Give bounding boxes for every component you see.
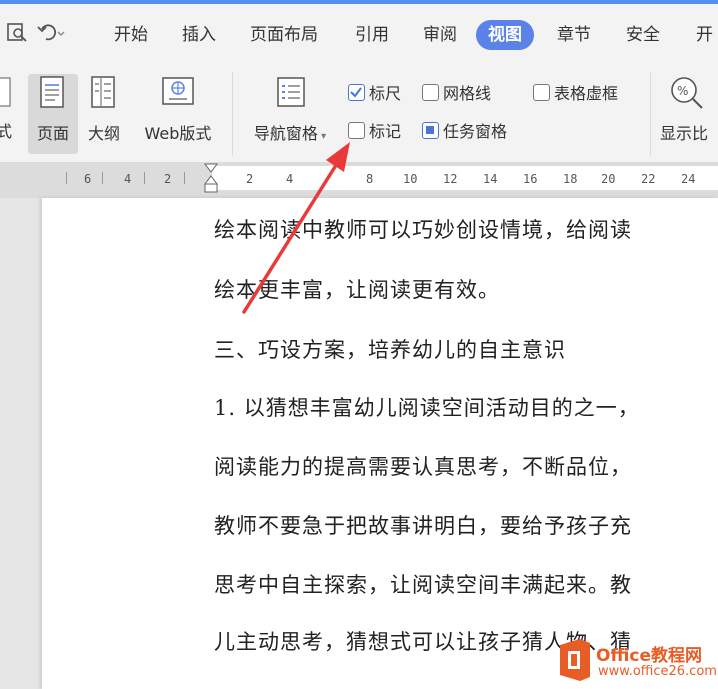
doc-line: 阅读能力的提高需要认真思考，不断品位， bbox=[214, 455, 632, 479]
ruler-label: 2 bbox=[164, 172, 172, 186]
indent-marker-icon[interactable] bbox=[202, 162, 220, 202]
ruler-tick bbox=[102, 172, 103, 184]
ruler-tick bbox=[184, 172, 185, 184]
watermark-url: www.office26.com bbox=[598, 664, 717, 679]
ruler-label: 12 bbox=[443, 172, 458, 186]
tab-review[interactable]: 审阅 bbox=[423, 20, 457, 50]
ruler-label: 4 bbox=[286, 172, 294, 186]
checkbox-table-gridlines-box[interactable] bbox=[533, 83, 550, 101]
display-ratio-button[interactable]: % 显示比 bbox=[660, 74, 718, 144]
outline-view-icon bbox=[83, 74, 125, 116]
checkbox-gridlines-label: 网格线 bbox=[443, 84, 492, 103]
checkbox-ruler[interactable]: 标尺 bbox=[348, 80, 401, 104]
partial-view-icon bbox=[0, 74, 24, 114]
ruler-label: 6 bbox=[84, 172, 92, 186]
watermark-title: Office教程网 bbox=[596, 646, 703, 666]
ruler-tick bbox=[144, 172, 145, 184]
tab-more[interactable]: 开 bbox=[696, 20, 713, 50]
ruler-label: 4 bbox=[124, 172, 132, 186]
watermark: Office教程网 www.office26.com bbox=[556, 637, 717, 685]
doc-line: 三、巧设方案，培养幼儿的自主意识 bbox=[214, 338, 566, 362]
ruler-label: 16 bbox=[523, 172, 538, 186]
page-view-icon bbox=[28, 74, 78, 116]
tab-chapter[interactable]: 章节 bbox=[557, 20, 591, 50]
ruler-label: 18 bbox=[563, 172, 578, 186]
ruler-label: 20 bbox=[601, 172, 616, 186]
page-view-button[interactable]: 页面 bbox=[28, 74, 78, 154]
ruler-label: 24 bbox=[681, 172, 696, 186]
nav-pane-button[interactable]: 导航窗格 ▾ bbox=[244, 74, 336, 144]
office-logo-icon bbox=[556, 637, 594, 683]
checkbox-ruler-label: 标尺 bbox=[369, 84, 402, 103]
ruler-label: 10 bbox=[403, 172, 418, 186]
horizontal-ruler[interactable]: 6 4 2 2 4 8 10 12 14 16 18 20 22 24 bbox=[0, 162, 718, 198]
checkbox-gridlines-box[interactable] bbox=[422, 83, 439, 101]
ribbon-separator bbox=[232, 72, 233, 156]
title-strip bbox=[0, 0, 718, 4]
document-page[interactable]: 绘本阅读中教师可以巧妙创设情境，给阅读 绘本更丰富，让阅读更有效。 三、巧设方案… bbox=[42, 198, 718, 689]
web-layout-icon bbox=[136, 74, 220, 116]
checkbox-task-pane-box[interactable] bbox=[422, 121, 439, 139]
tab-page-layout[interactable]: 页面布局 bbox=[250, 20, 318, 50]
print-preview-icon[interactable] bbox=[6, 21, 28, 47]
doc-line: 1. 以猜想丰富幼儿阅读空间活动目的之一， bbox=[214, 396, 640, 420]
view-mode-partial-button[interactable]: 式 bbox=[0, 74, 24, 142]
nav-pane-label: 导航窗格 bbox=[253, 124, 318, 143]
tab-insert[interactable]: 插入 bbox=[182, 20, 216, 50]
checkbox-table-gridlines-label: 表格虚框 bbox=[554, 84, 619, 103]
nav-pane-icon bbox=[244, 74, 336, 116]
tab-view[interactable]: 视图 bbox=[476, 20, 534, 50]
tab-home[interactable]: 开始 bbox=[114, 20, 148, 50]
ruler-tick bbox=[66, 172, 67, 184]
checkbox-markup-box[interactable] bbox=[348, 121, 365, 139]
undo-icon[interactable] bbox=[36, 21, 66, 47]
doc-line: 思考中自主探索，让阅读空间丰满起来。教 bbox=[214, 573, 632, 597]
svg-text:%: % bbox=[677, 84, 688, 98]
checkbox-markup[interactable]: 标记 bbox=[348, 118, 401, 142]
doc-line: 绘本更丰富，让阅读更有效。 bbox=[214, 278, 500, 302]
tab-references[interactable]: 引用 bbox=[355, 20, 389, 50]
checkbox-task-pane-label: 任务窗格 bbox=[443, 122, 508, 141]
checkbox-table-gridlines[interactable]: 表格虚框 bbox=[533, 80, 618, 104]
ruler-label: 8 bbox=[366, 172, 374, 186]
ruler-label: 2 bbox=[246, 172, 254, 186]
checkbox-task-pane[interactable]: 任务窗格 bbox=[422, 118, 507, 142]
menu-tab-bar: 开始 插入 页面布局 引用 审阅 视图 章节 安全 开 bbox=[0, 0, 718, 68]
outline-view-button[interactable]: 大纲 bbox=[83, 74, 125, 144]
web-layout-button[interactable]: Web版式 bbox=[136, 74, 220, 144]
checkbox-ruler-box[interactable] bbox=[348, 83, 365, 101]
dropdown-arrow-icon: ▾ bbox=[317, 131, 327, 142]
doc-line: 教师不要急于把故事讲明白，要给予孩子充 bbox=[214, 514, 632, 538]
checkbox-markup-label: 标记 bbox=[369, 122, 402, 141]
doc-line: 绘本阅读中教师可以巧妙创设情境，给阅读 bbox=[214, 218, 632, 242]
ribbon-separator bbox=[650, 72, 651, 156]
ribbon-view: 式 页面 大纲 Web版式 导航窗格 ▾ 标尺 网格线 表格虚框 标记 任务窗格… bbox=[0, 68, 718, 163]
ruler-label: 14 bbox=[483, 172, 498, 186]
quick-access-toolbar bbox=[6, 20, 66, 48]
checkbox-gridlines[interactable]: 网格线 bbox=[422, 80, 491, 104]
zoom-icon: % bbox=[668, 74, 718, 116]
tab-security[interactable]: 安全 bbox=[626, 20, 660, 50]
ruler-label: 22 bbox=[641, 172, 656, 186]
